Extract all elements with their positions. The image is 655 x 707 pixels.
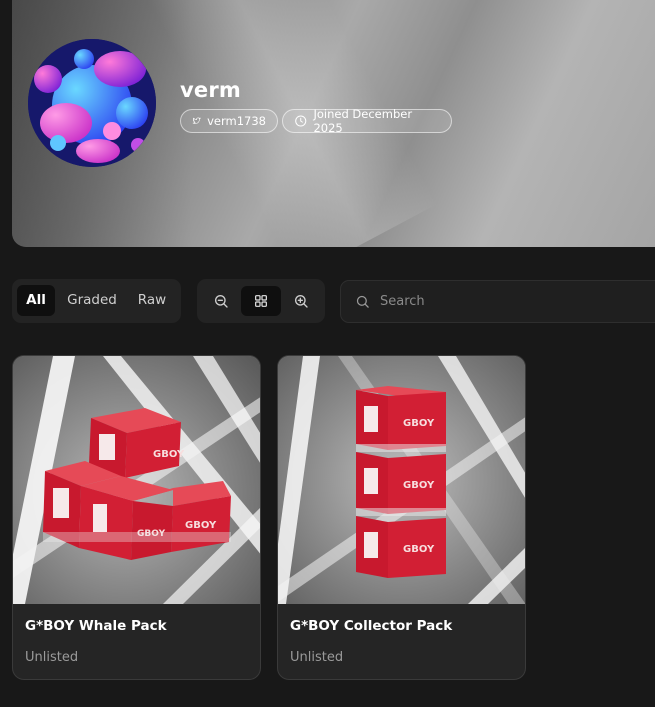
search-input[interactable] [378, 293, 632, 310]
item-title: G*BOY Whale Pack [25, 618, 167, 634]
item-image-whale-pack: GBOY GBOY GBOY [13, 356, 260, 604]
tab-raw[interactable]: Raw [131, 285, 173, 316]
item-card-collector-pack[interactable]: GBOY GBOY GBOY G*BOY Collector Pack Unli… [277, 355, 526, 680]
item-title: G*BOY Collector Pack [290, 618, 453, 634]
tab-all[interactable]: All [17, 285, 55, 316]
item-status: Unlisted [25, 650, 79, 665]
twitter-handle-link[interactable]: verm1738 [180, 109, 278, 133]
tab-graded[interactable]: Graded [64, 285, 120, 316]
svg-text:GBOY: GBOY [185, 520, 217, 531]
svg-text:GBOY: GBOY [403, 544, 435, 555]
joined-date-text: Joined December 2025 [313, 107, 413, 135]
svg-text:GBOY: GBOY [403, 418, 435, 429]
filter-tabs: All Graded Raw [12, 279, 181, 323]
search-icon [356, 295, 369, 308]
view-controls [197, 279, 325, 323]
item-image-collector-pack: GBOY GBOY GBOY [278, 356, 525, 604]
search-box[interactable] [340, 280, 655, 323]
zoom-out-button[interactable] [201, 286, 241, 316]
item-status: Unlisted [290, 650, 344, 665]
joined-date-badge: Joined December 2025 [282, 107, 452, 135]
zoom-in-button[interactable] [281, 286, 321, 316]
item-card-whale-pack[interactable]: GBOY GBOY GBOY G*BOY Whale Pack Unlisted [12, 355, 261, 680]
twitter-bird-icon [192, 117, 201, 124]
grid-icon [255, 295, 267, 307]
zoom-out-icon [215, 295, 228, 308]
twitter-handle-text: verm1738 [207, 114, 266, 128]
profile-username: verm [180, 78, 241, 102]
clock-icon [295, 115, 307, 127]
grid-view-button[interactable] [241, 286, 281, 316]
svg-text:GBOY: GBOY [153, 449, 185, 460]
zoom-in-icon [295, 295, 308, 308]
avatar-image [28, 39, 156, 167]
svg-text:GBOY: GBOY [403, 480, 435, 491]
avatar[interactable] [28, 39, 156, 167]
